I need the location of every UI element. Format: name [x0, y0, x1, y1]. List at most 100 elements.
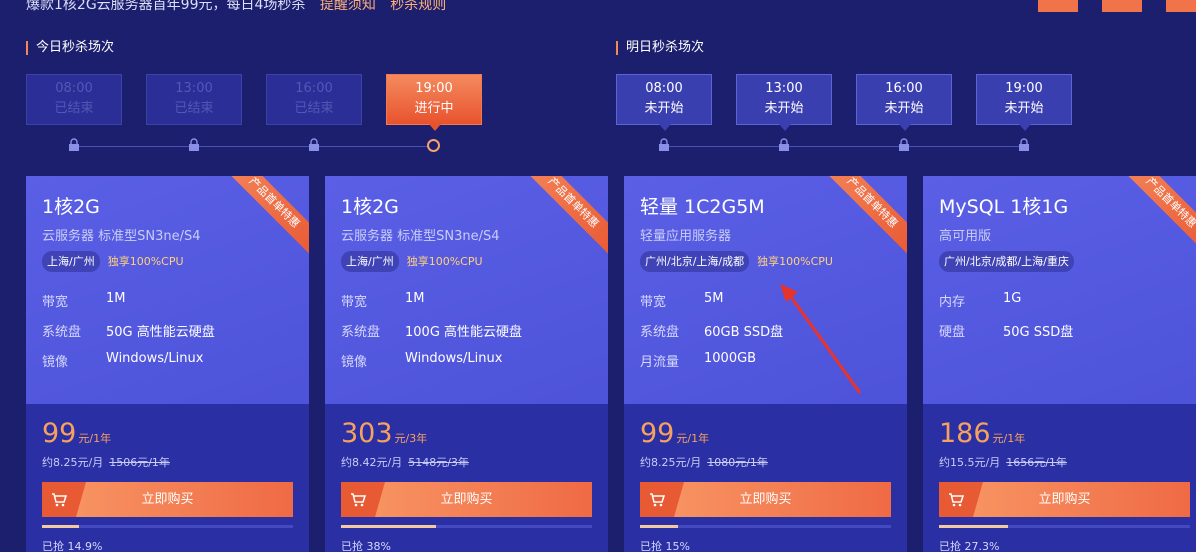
card-title: MySQL 1核1G	[939, 196, 1069, 218]
today-slot-1300[interactable]: 13:00 已结束	[146, 74, 242, 125]
buy-label: 立即购买	[440, 492, 493, 507]
spec-key: 系统盘	[640, 325, 680, 340]
banner-headline: 爆款1核2G云服务器首年99元，每日4场秒杀	[26, 0, 306, 13]
tomorrow-slot-0800[interactable]: 08:00 未开始	[616, 74, 712, 131]
sold-text: 已抢 38%	[341, 540, 391, 552]
cpu-tag: 独享100%CPU	[107, 255, 184, 268]
slot-status: 已结束	[174, 101, 214, 116]
spec-key: 内存	[939, 295, 966, 310]
today-slot-1900[interactable]: 19:00 进行中	[386, 74, 482, 131]
tomorrow-session-title: 明日秒杀场次	[616, 40, 704, 56]
spec-value: 5M	[704, 291, 724, 306]
card-price-area: 186 元/1年 约15.5元/月 1656元/1年 立即购买 已抢 27.3%	[923, 404, 1196, 552]
sold-progress	[939, 525, 1190, 528]
monthly-value: 约15.5元/月	[939, 456, 1001, 469]
current-dot-icon	[427, 139, 440, 152]
price: 99 元/1年	[640, 418, 709, 449]
slot-time: 08:00	[55, 81, 93, 96]
cart-icon	[341, 482, 385, 517]
spec-row: 带宽 5M	[640, 291, 724, 310]
sold-text: 已抢 14.9%	[42, 540, 103, 552]
spec-key: 镜像	[341, 355, 368, 370]
cart-icon	[640, 482, 684, 517]
original-price: 1080元/1年	[707, 456, 768, 469]
lock-icon	[309, 138, 319, 151]
today-slot-1600[interactable]: 16:00 已结束	[266, 74, 362, 125]
slot-status: 未开始	[764, 101, 804, 116]
spec-key: 月流量	[640, 355, 680, 370]
region-tag: 广州/北京/成都/上海/重庆	[939, 251, 1074, 272]
buy-button[interactable]: 立即购买	[42, 482, 293, 517]
lock-icon	[659, 138, 669, 151]
banner-block	[1166, 0, 1196, 12]
monthly-value: 约8.25元/月	[42, 456, 104, 469]
banner-text: 爆款1核2G云服务器首年99元，每日4场秒杀 提醒须知 秒杀规则	[26, 0, 446, 14]
annotation-arrow-icon	[780, 284, 862, 394]
card-subtitle: 云服务器 标准型SN3ne/S4	[42, 229, 201, 244]
lock-icon	[779, 138, 789, 151]
spec-key: 硬盘	[939, 325, 966, 340]
spec-row: 月流量 1000GB	[640, 351, 756, 370]
spec-value: 1G	[1003, 291, 1022, 306]
buy-button[interactable]: 立即购买	[640, 482, 891, 517]
today-slot-0800[interactable]: 08:00 已结束	[26, 74, 122, 125]
spec-key: 系统盘	[42, 325, 82, 340]
spec-value: 1000GB	[704, 351, 757, 366]
slot-status: 未开始	[644, 101, 684, 116]
tomorrow-slot-1300[interactable]: 13:00 未开始	[736, 74, 832, 131]
buy-label: 立即购买	[739, 492, 792, 507]
price-value: 186	[939, 418, 991, 449]
slot-status: 未开始	[884, 101, 924, 116]
price-unit: 元/1年	[676, 432, 710, 445]
sold-progress	[341, 525, 592, 528]
spec-value: 60GB SSD盘	[704, 325, 784, 340]
monthly-price: 约8.25元/月 1080元/1年	[640, 454, 768, 470]
spec-key: 镜像	[42, 355, 69, 370]
spec-key: 带宽	[640, 295, 667, 310]
spec-value: Windows/Linux	[405, 351, 503, 366]
monthly-price: 约8.42元/月 5148元/3年	[341, 454, 469, 470]
rules-link[interactable]: 秒杀规则	[390, 0, 446, 13]
cpu-tag: 独享100%CPU	[757, 255, 833, 268]
spec-row: 系统盘 100G 高性能云硬盘	[341, 321, 522, 340]
spec-row: 带宽 1M	[42, 291, 126, 310]
spec-key: 带宽	[42, 295, 69, 310]
slot-status: 未开始	[1004, 101, 1044, 116]
card-title: 1核2G	[341, 196, 399, 218]
reminder-link[interactable]: 提醒须知	[320, 0, 376, 13]
cpu-tag: 独享100%CPU	[406, 255, 483, 268]
banner-block	[1038, 0, 1078, 12]
spec-row: 镜像 Windows/Linux	[42, 351, 203, 370]
product-card-1: 产品首单特惠 1核2G 云服务器 标准型SN3ne/S4 上海/广州 独享100…	[26, 176, 309, 552]
price: 99 元/1年	[42, 418, 111, 449]
spec-row: 系统盘 50G 高性能云硬盘	[42, 321, 215, 340]
spec-value: Windows/Linux	[106, 351, 204, 366]
buy-button[interactable]: 立即购买	[939, 482, 1190, 517]
spec-row: 系统盘 60GB SSD盘	[640, 321, 783, 340]
sold-progress	[640, 525, 891, 528]
cart-icon	[939, 482, 983, 517]
price-value: 99	[640, 418, 675, 449]
spec-row: 硬盘 50G SSD盘	[939, 321, 1073, 340]
card-tags: 广州/北京/成都/上海/重庆	[939, 251, 1074, 272]
slot-time: 08:00	[645, 81, 683, 96]
card-subtitle: 云服务器 标准型SN3ne/S4	[341, 229, 500, 244]
card-title: 轻量 1C2G5M	[640, 196, 765, 218]
spec-value: 1M	[405, 291, 425, 306]
region-tag: 上海/广州	[42, 251, 100, 272]
price: 303 元/3年	[341, 418, 427, 449]
original-price: 1656元/1年	[1006, 456, 1067, 469]
tomorrow-slot-1600[interactable]: 16:00 未开始	[856, 74, 952, 131]
lock-icon	[1019, 138, 1029, 151]
price-value: 303	[341, 418, 393, 449]
promo-ribbon: 产品首单特惠	[1117, 176, 1196, 257]
tomorrow-slot-1900[interactable]: 19:00 未开始	[976, 74, 1072, 131]
buy-button[interactable]: 立即购买	[341, 482, 592, 517]
sold-progress-fill	[640, 525, 678, 528]
price-unit: 元/1年	[992, 432, 1026, 445]
today-timeline	[74, 146, 434, 147]
price-unit: 元/1年	[78, 432, 112, 445]
spec-value: 50G SSD盘	[1003, 325, 1074, 340]
card-title: 1核2G	[42, 196, 100, 218]
monthly-value: 约8.25元/月	[640, 456, 702, 469]
